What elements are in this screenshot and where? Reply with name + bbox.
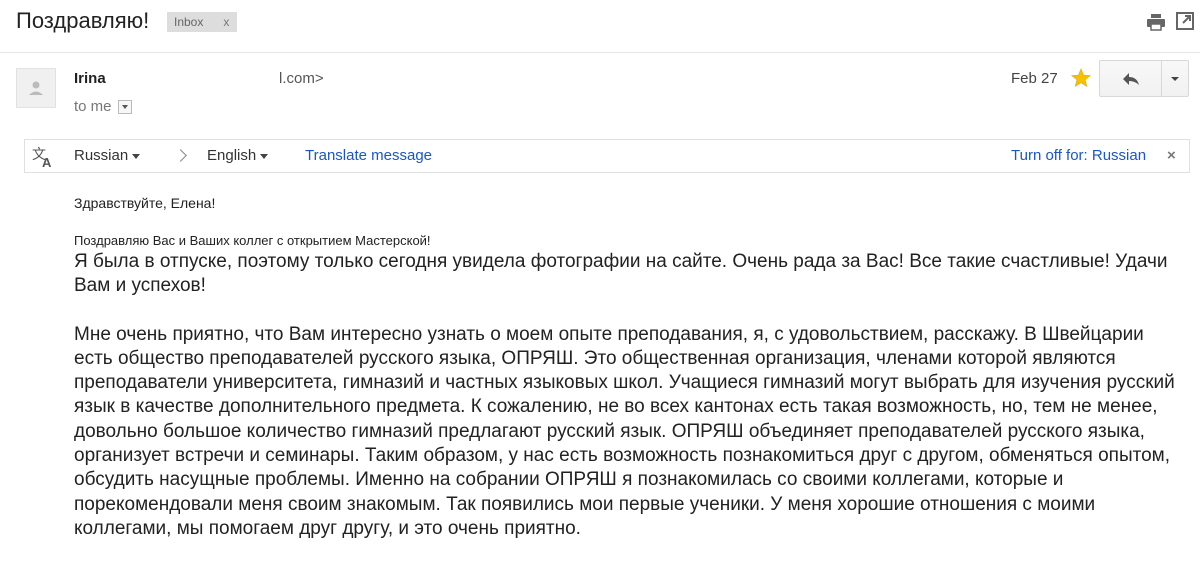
congrats-line: Поздравляю Вас и Ваших коллег с открытие… <box>74 233 431 248</box>
greeting-line: Здравствуйте, Елена! <box>74 195 216 211</box>
star-icon[interactable] <box>1071 68 1091 88</box>
message-date[interactable]: Feb 27 <box>1011 70 1058 87</box>
chevron-down-icon <box>260 153 269 159</box>
avatar <box>16 68 56 108</box>
sender-email: l.com> <box>279 70 324 87</box>
label-text: Inbox <box>174 15 204 29</box>
reply-icon <box>1122 72 1139 85</box>
more-actions-button[interactable] <box>1162 61 1188 96</box>
translate-bar: 文 A Russian English Translate message Tu… <box>24 139 1190 173</box>
chevron-down-icon <box>1171 76 1179 81</box>
recipient-line: to me <box>74 98 132 115</box>
show-details-button[interactable] <box>117 99 132 114</box>
chevron-right-icon <box>174 149 187 162</box>
body-paragraph: Я была в отпуске, поэтому только сегодня… <box>74 251 1168 297</box>
print-icon[interactable] <box>1146 13 1166 31</box>
source-language-label: Russian <box>74 147 129 164</box>
person-icon <box>29 81 43 95</box>
source-language-select[interactable]: Russian <box>74 140 141 172</box>
inbox-label[interactable]: Inbox x <box>167 12 238 32</box>
turn-off-translation-link[interactable]: Turn off for: Russian <box>1011 140 1146 172</box>
header-divider <box>0 52 1200 53</box>
body-paragraph: Мне очень приятно, что Вам интересно узн… <box>74 323 1175 539</box>
svg-text:A: A <box>42 155 52 170</box>
open-in-new-window-icon[interactable] <box>1176 12 1194 30</box>
subject-bar: Поздравляю! Inbox x <box>0 0 1200 48</box>
reply-button-group <box>1099 60 1189 97</box>
reply-button[interactable] <box>1100 61 1162 96</box>
translate-message-link[interactable]: Translate message <box>305 140 432 172</box>
message-body: Здравствуйте, Елена! Поздравляю Вас и Ва… <box>74 190 1184 541</box>
remove-label-button[interactable]: x <box>223 12 229 32</box>
target-language-label: English <box>207 147 257 164</box>
chevron-down-icon <box>132 153 141 159</box>
recipient-text: to me <box>74 98 112 115</box>
target-language-select[interactable]: English <box>207 140 269 172</box>
sender-name[interactable]: Irina <box>74 70 106 87</box>
close-icon[interactable]: × <box>1167 140 1176 172</box>
translate-icon: 文 A <box>32 147 52 170</box>
email-subject: Поздравляю! <box>16 8 150 33</box>
